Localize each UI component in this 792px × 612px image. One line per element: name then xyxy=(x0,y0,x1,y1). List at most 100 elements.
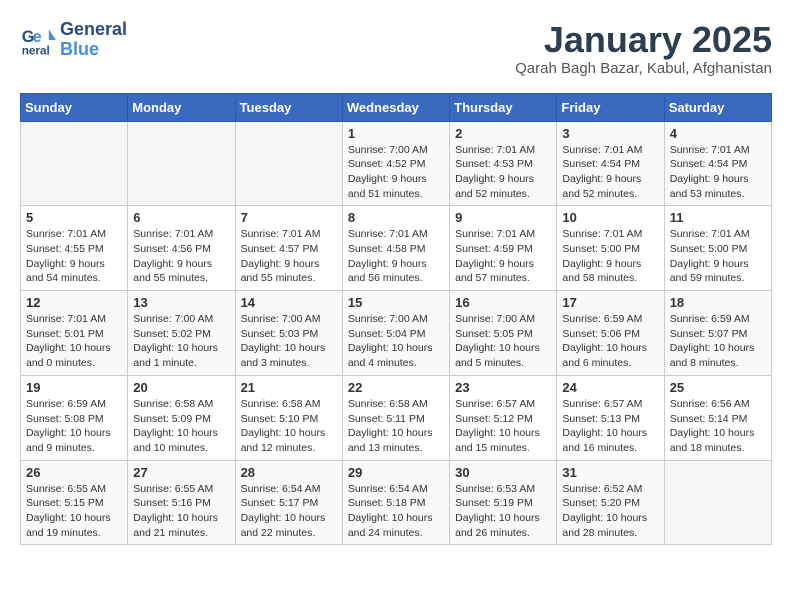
calendar-week-4: 19Sunrise: 6:59 AM Sunset: 5:08 PM Dayli… xyxy=(21,375,772,460)
logo: G e neral General Blue xyxy=(20,20,127,60)
day-number: 28 xyxy=(241,465,337,480)
calendar-cell: 13 Sunrise: 7:00 AM Sunset: 5:02 PM Dayli… xyxy=(128,291,235,376)
day-info: Sunrise: 7:01 AM Sunset: 4:54 PM Dayligh… xyxy=(670,143,766,202)
calendar-table: SundayMondayTuesdayWednesdayThursdayFrid… xyxy=(20,93,772,546)
calendar-cell: 8Sunrise: 7:01 AM Sunset: 4:58 PM Daylig… xyxy=(342,206,449,291)
day-number: 3 xyxy=(562,126,658,141)
day-info: Sunrise: 7:00 AM Sunset: 5:05 PM Dayligh… xyxy=(455,312,551,371)
day-info: Sunrise: 7:00 AM Sunset: 5:03 PM Dayligh… xyxy=(241,312,337,371)
day-info: Sunrise: 7:01 AM Sunset: 5:00 PM Dayligh… xyxy=(562,227,658,286)
calendar-cell xyxy=(664,460,771,545)
calendar-cell: 10 Sunrise: 7:01 AM Sunset: 5:00 PM Dayli… xyxy=(557,206,664,291)
calendar-cell: 11 Sunrise: 7:01 AM Sunset: 5:00 PM Dayli… xyxy=(664,206,771,291)
calendar-cell xyxy=(128,121,235,206)
day-info: Sunrise: 7:01 AM Sunset: 4:57 PM Dayligh… xyxy=(241,227,337,286)
day-info: Sunrise: 6:59 AM Sunset: 5:06 PM Dayligh… xyxy=(562,312,658,371)
calendar-cell: 28 Sunrise: 6:54 AM Sunset: 5:17 PM Dayli… xyxy=(235,460,342,545)
calendar-cell: 27 Sunrise: 6:55 AM Sunset: 5:16 PM Dayli… xyxy=(128,460,235,545)
calendar-cell: 21 Sunrise: 6:58 AM Sunset: 5:10 PM Dayli… xyxy=(235,375,342,460)
day-number: 24 xyxy=(562,380,658,395)
calendar-cell xyxy=(235,121,342,206)
day-info: Sunrise: 6:53 AM Sunset: 5:19 PM Dayligh… xyxy=(455,482,551,541)
day-number: 30 xyxy=(455,465,551,480)
day-number: 10 xyxy=(562,210,658,225)
calendar-header: SundayMondayTuesdayWednesdayThursdayFrid… xyxy=(21,93,772,121)
day-info: Sunrise: 6:58 AM Sunset: 5:10 PM Dayligh… xyxy=(241,397,337,456)
day-number: 17 xyxy=(562,295,658,310)
calendar-cell: 9 Sunrise: 7:01 AM Sunset: 4:59 PM Daylig… xyxy=(450,206,557,291)
day-number: 16 xyxy=(455,295,551,310)
weekday-header-thursday: Thursday xyxy=(450,93,557,121)
calendar-cell: 19Sunrise: 6:59 AM Sunset: 5:08 PM Dayli… xyxy=(21,375,128,460)
day-info: Sunrise: 7:01 AM Sunset: 4:55 PM Dayligh… xyxy=(26,227,122,286)
day-info: Sunrise: 7:01 AM Sunset: 4:54 PM Dayligh… xyxy=(562,143,658,202)
day-number: 25 xyxy=(670,380,766,395)
calendar-week-2: 5 Sunrise: 7:01 AM Sunset: 4:55 PM Daylig… xyxy=(21,206,772,291)
day-number: 26 xyxy=(26,465,122,480)
weekday-header-monday: Monday xyxy=(128,93,235,121)
day-info: Sunrise: 6:59 AM Sunset: 5:08 PM Dayligh… xyxy=(26,397,122,456)
weekday-header-wednesday: Wednesday xyxy=(342,93,449,121)
calendar-cell: 5 Sunrise: 7:01 AM Sunset: 4:55 PM Daylig… xyxy=(21,206,128,291)
day-number: 4 xyxy=(670,126,766,141)
day-info: Sunrise: 7:01 AM Sunset: 4:53 PM Dayligh… xyxy=(455,143,551,202)
day-number: 13 xyxy=(133,295,229,310)
month-title: January 2025 xyxy=(515,20,772,60)
calendar-cell: 16 Sunrise: 7:00 AM Sunset: 5:05 PM Dayli… xyxy=(450,291,557,376)
day-number: 23 xyxy=(455,380,551,395)
svg-text:neral: neral xyxy=(22,44,50,57)
weekday-header-tuesday: Tuesday xyxy=(235,93,342,121)
day-info: Sunrise: 7:01 AM Sunset: 4:56 PM Dayligh… xyxy=(133,227,229,286)
day-info: Sunrise: 6:55 AM Sunset: 5:16 PM Dayligh… xyxy=(133,482,229,541)
day-number: 7 xyxy=(241,210,337,225)
day-number: 1 xyxy=(348,126,444,141)
day-info: Sunrise: 7:01 AM Sunset: 5:00 PM Dayligh… xyxy=(670,227,766,286)
page-header: G e neral General Blue January 2025 Qara… xyxy=(20,20,772,77)
location: Qarah Bagh Bazar, Kabul, Afghanistan xyxy=(515,60,772,77)
day-number: 5 xyxy=(26,210,122,225)
day-info: Sunrise: 7:00 AM Sunset: 5:02 PM Dayligh… xyxy=(133,312,229,371)
calendar-cell: 14 Sunrise: 7:00 AM Sunset: 5:03 PM Dayli… xyxy=(235,291,342,376)
weekday-header-friday: Friday xyxy=(557,93,664,121)
day-number: 15 xyxy=(348,295,444,310)
calendar-cell: 12Sunrise: 7:01 AM Sunset: 5:01 PM Dayli… xyxy=(21,291,128,376)
calendar-cell: 17 Sunrise: 6:59 AM Sunset: 5:06 PM Dayli… xyxy=(557,291,664,376)
day-info: Sunrise: 6:56 AM Sunset: 5:14 PM Dayligh… xyxy=(670,397,766,456)
calendar-week-5: 26Sunrise: 6:55 AM Sunset: 5:15 PM Dayli… xyxy=(21,460,772,545)
logo-icon: G e neral xyxy=(20,22,56,58)
day-info: Sunrise: 6:52 AM Sunset: 5:20 PM Dayligh… xyxy=(562,482,658,541)
day-number: 9 xyxy=(455,210,551,225)
day-number: 11 xyxy=(670,210,766,225)
title-block: January 2025 Qarah Bagh Bazar, Kabul, Af… xyxy=(515,20,772,77)
day-number: 27 xyxy=(133,465,229,480)
day-info: Sunrise: 7:00 AM Sunset: 4:52 PM Dayligh… xyxy=(348,143,444,202)
calendar-cell: 29Sunrise: 6:54 AM Sunset: 5:18 PM Dayli… xyxy=(342,460,449,545)
day-number: 21 xyxy=(241,380,337,395)
calendar-cell: 6Sunrise: 7:01 AM Sunset: 4:56 PM Daylig… xyxy=(128,206,235,291)
calendar-cell: 20Sunrise: 6:58 AM Sunset: 5:09 PM Dayli… xyxy=(128,375,235,460)
calendar-cell: 23 Sunrise: 6:57 AM Sunset: 5:12 PM Dayli… xyxy=(450,375,557,460)
day-number: 18 xyxy=(670,295,766,310)
day-info: Sunrise: 6:54 AM Sunset: 5:17 PM Dayligh… xyxy=(241,482,337,541)
day-info: Sunrise: 7:01 AM Sunset: 4:59 PM Dayligh… xyxy=(455,227,551,286)
day-number: 8 xyxy=(348,210,444,225)
day-info: Sunrise: 7:00 AM Sunset: 5:04 PM Dayligh… xyxy=(348,312,444,371)
weekday-header-sunday: Sunday xyxy=(21,93,128,121)
day-info: Sunrise: 6:57 AM Sunset: 5:12 PM Dayligh… xyxy=(455,397,551,456)
calendar-cell: 26Sunrise: 6:55 AM Sunset: 5:15 PM Dayli… xyxy=(21,460,128,545)
day-info: Sunrise: 6:58 AM Sunset: 5:09 PM Dayligh… xyxy=(133,397,229,456)
logo-line2: Blue xyxy=(60,40,127,60)
calendar-cell xyxy=(21,121,128,206)
calendar-cell: 15 Sunrise: 7:00 AM Sunset: 5:04 PM Dayli… xyxy=(342,291,449,376)
day-info: Sunrise: 6:59 AM Sunset: 5:07 PM Dayligh… xyxy=(670,312,766,371)
calendar-cell: 24Sunrise: 6:57 AM Sunset: 5:13 PM Dayli… xyxy=(557,375,664,460)
weekday-header-saturday: Saturday xyxy=(664,93,771,121)
calendar-week-3: 12Sunrise: 7:01 AM Sunset: 5:01 PM Dayli… xyxy=(21,291,772,376)
day-number: 14 xyxy=(241,295,337,310)
calendar-week-1: 1 Sunrise: 7:00 AM Sunset: 4:52 PM Daylig… xyxy=(21,121,772,206)
calendar-cell: 2Sunrise: 7:01 AM Sunset: 4:53 PM Daylig… xyxy=(450,121,557,206)
calendar-cell: 30 Sunrise: 6:53 AM Sunset: 5:19 PM Dayli… xyxy=(450,460,557,545)
svg-text:e: e xyxy=(33,28,42,46)
calendar-cell: 3 Sunrise: 7:01 AM Sunset: 4:54 PM Daylig… xyxy=(557,121,664,206)
day-info: Sunrise: 7:01 AM Sunset: 5:01 PM Dayligh… xyxy=(26,312,122,371)
